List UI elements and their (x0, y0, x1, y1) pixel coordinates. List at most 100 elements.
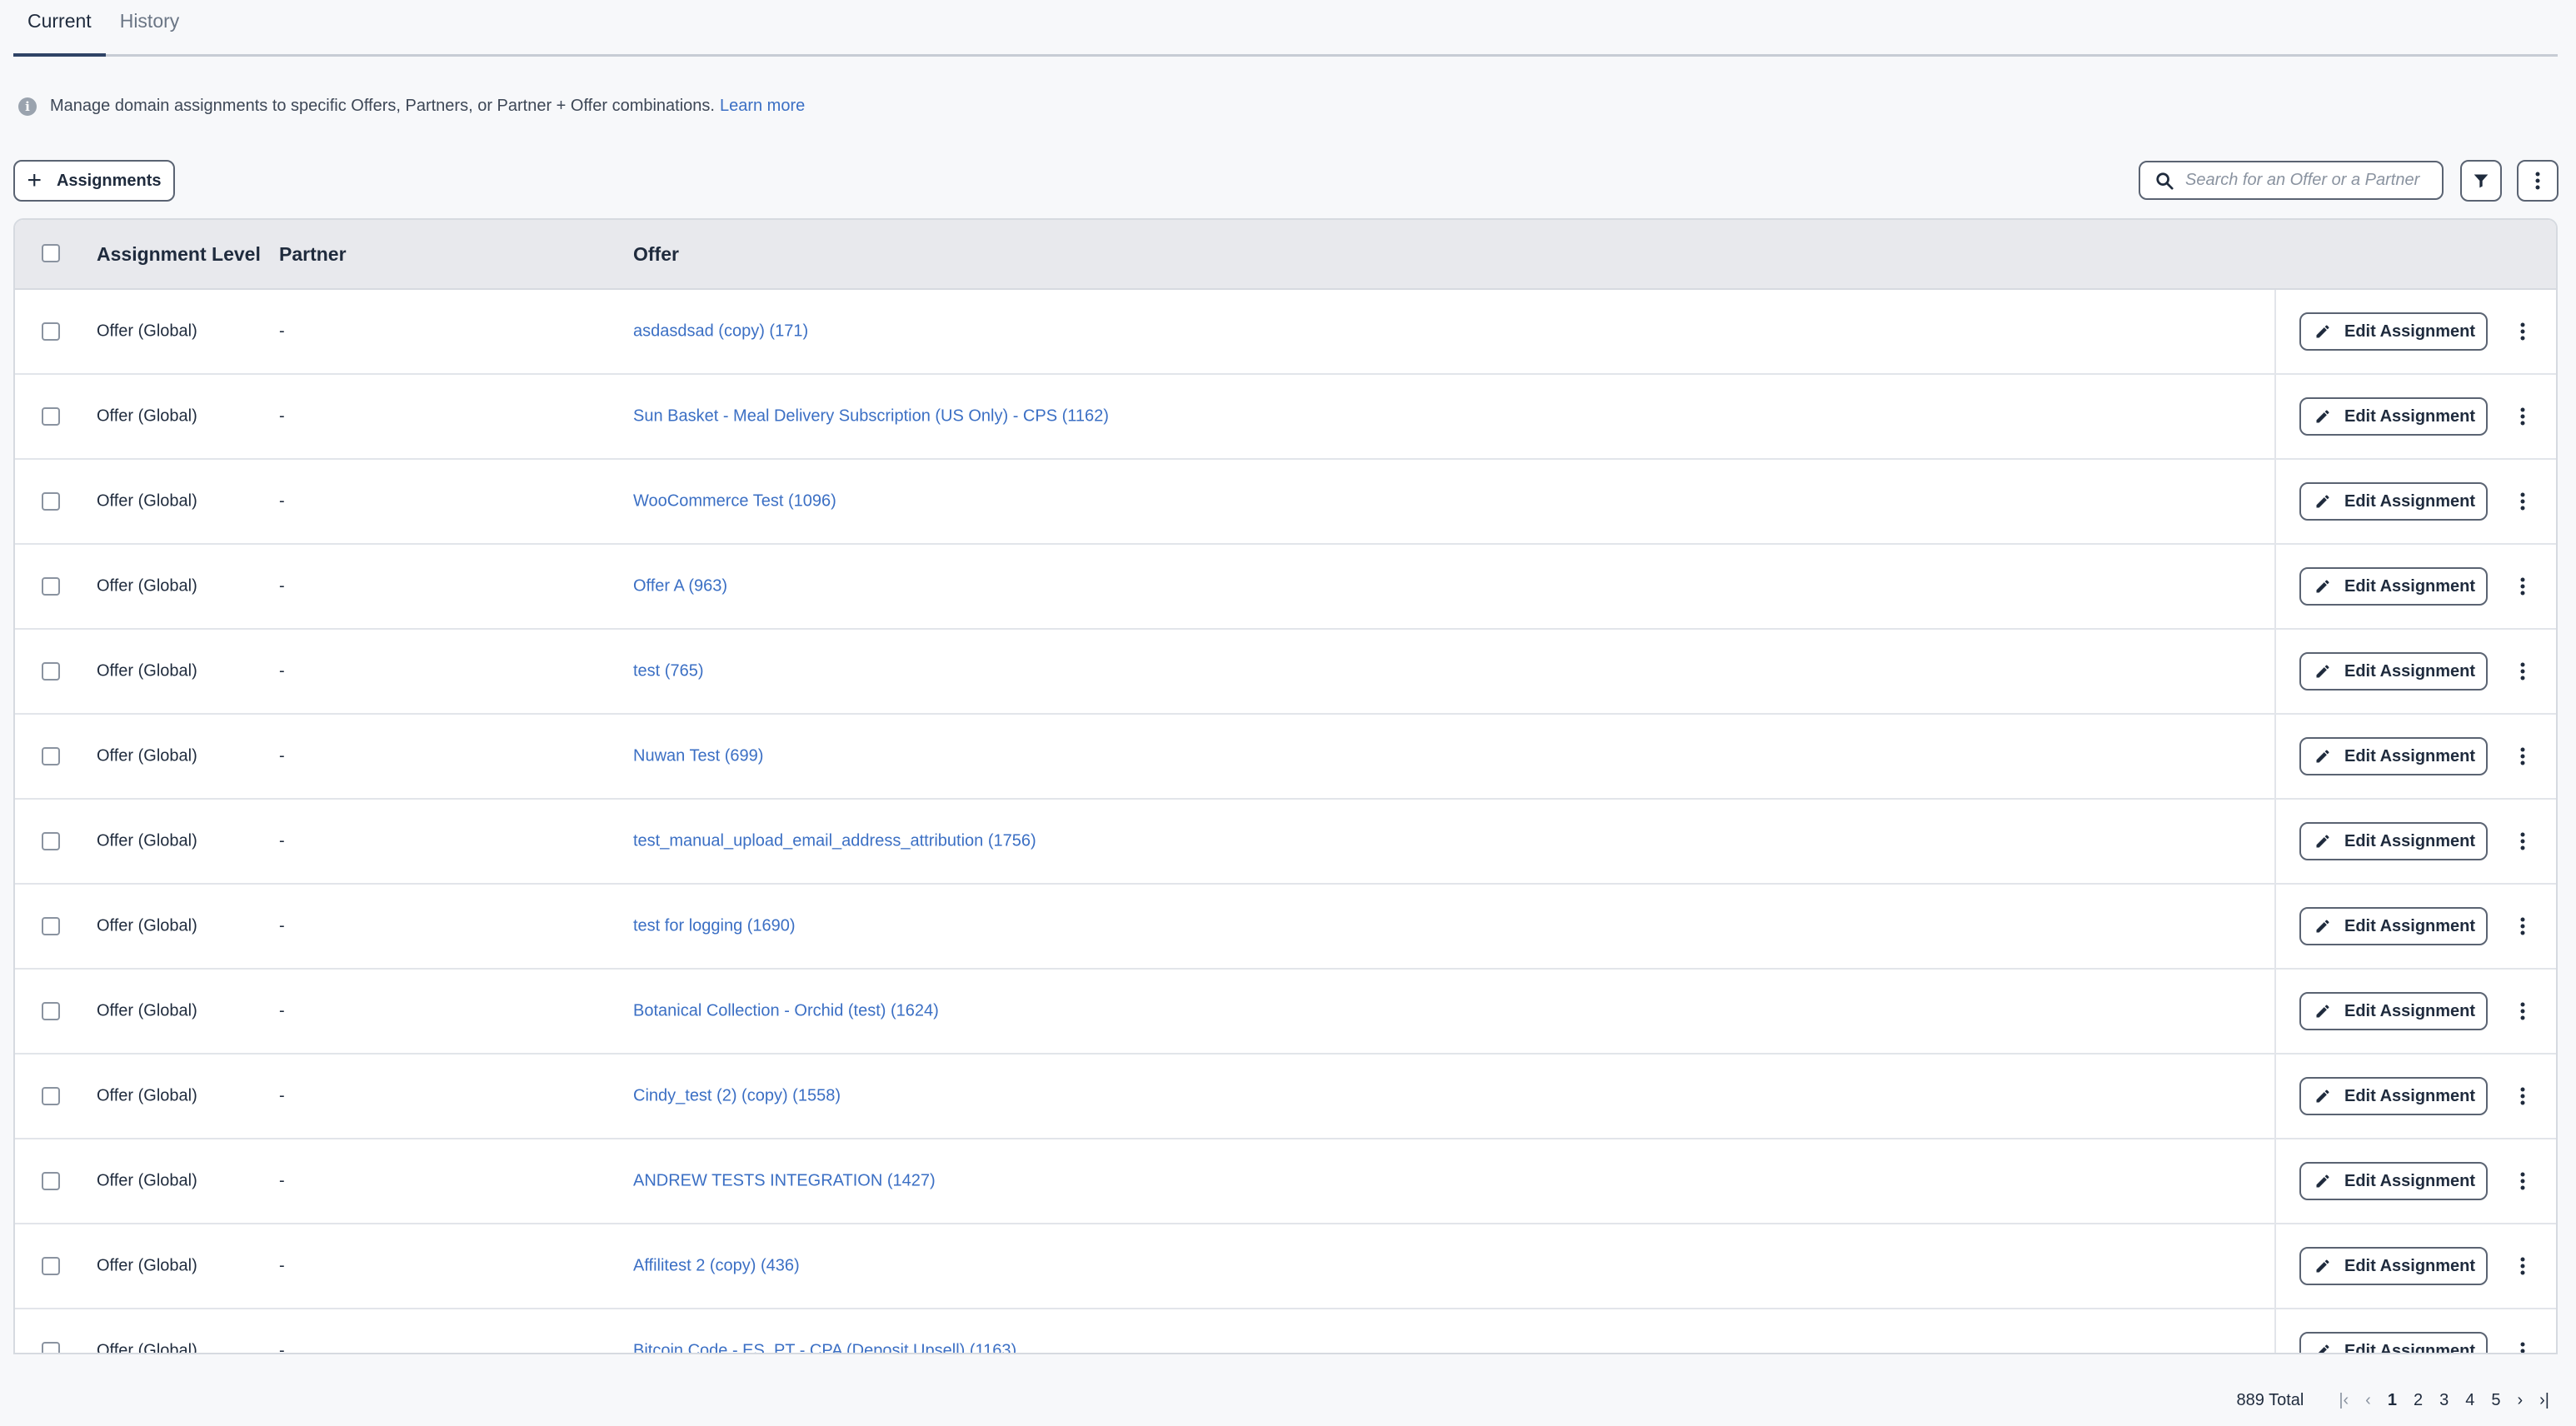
edit-assignment-button[interactable]: Edit Assignment (2299, 1162, 2488, 1200)
page-number-2[interactable]: 2 (2414, 1391, 2423, 1410)
row-more-options-button[interactable] (2513, 740, 2533, 773)
column-divider (2274, 715, 2276, 798)
edit-assignment-button[interactable]: Edit Assignment (2299, 567, 2488, 606)
offer-link[interactable]: Nuwan Test (699) (633, 747, 763, 766)
assignment-level-cell: Offer (Global) (97, 916, 197, 935)
more-options-button[interactable] (2517, 160, 2559, 202)
row-checkbox[interactable] (42, 1087, 60, 1105)
pencil-icon (2316, 1174, 2329, 1188)
offer-link[interactable]: Offer A (963) (633, 577, 727, 596)
row-checkbox[interactable] (42, 747, 60, 765)
row-more-options-button[interactable] (2513, 1164, 2533, 1198)
partner-cell: - (279, 831, 285, 850)
page-number-4[interactable]: 4 (2465, 1391, 2474, 1410)
page-number-5[interactable]: 5 (2491, 1391, 2500, 1410)
pencil-icon (2316, 325, 2329, 338)
row-checkbox[interactable] (42, 1342, 60, 1353)
column-header-partner[interactable]: Partner (279, 243, 347, 266)
table-row: Offer (Global) - test (765) Edit Assignm… (15, 630, 2556, 715)
previous-page-icon[interactable]: ‹ (2365, 1391, 2371, 1410)
edit-assignment-label: Edit Assignment (2344, 576, 2476, 596)
search-box[interactable] (2139, 161, 2444, 200)
edit-assignment-button[interactable]: Edit Assignment (2299, 312, 2488, 351)
column-header-assignment-level[interactable]: Assignment Level (97, 243, 261, 266)
row-more-options-button[interactable] (2513, 655, 2533, 688)
table-row: Offer (Global) - Cindy_test (2) (copy) (… (15, 1055, 2556, 1139)
partner-cell: - (279, 746, 285, 765)
offer-link[interactable]: Cindy_test (2) (copy) (1558) (633, 1087, 841, 1106)
row-more-options-button[interactable] (2513, 485, 2533, 518)
first-page-icon[interactable]: |‹ (2339, 1391, 2349, 1410)
edit-assignment-label: Edit Assignment (2344, 1341, 2476, 1354)
row-more-options-button[interactable] (2513, 1079, 2533, 1113)
row-more-options-button[interactable] (2513, 1249, 2533, 1283)
row-more-options-button[interactable] (2513, 995, 2533, 1028)
offer-link[interactable]: WooCommerce Test (1096) (633, 492, 836, 511)
edit-assignment-button[interactable]: Edit Assignment (2299, 737, 2488, 775)
last-page-icon[interactable]: ›| (2539, 1391, 2549, 1410)
page-number-1[interactable]: 1 (2388, 1391, 2397, 1410)
offer-link[interactable]: test for logging (1690) (633, 917, 796, 936)
table-header: Assignment Level Partner Offer (15, 220, 2556, 290)
offer-link[interactable]: Affilitest 2 (copy) (436) (633, 1257, 800, 1276)
column-header-offer[interactable]: Offer (633, 243, 679, 266)
assignment-level-cell: Offer (Global) (97, 406, 197, 426)
offer-link[interactable]: asdasdsad (copy) (171) (633, 322, 808, 342)
offer-link[interactable]: Bitcoin Code - ES, PT - CPA (Deposit Ups… (633, 1342, 1016, 1354)
search-icon (2156, 172, 2174, 190)
edit-assignment-button[interactable]: Edit Assignment (2299, 992, 2488, 1030)
learn-more-link[interactable]: Learn more (720, 97, 805, 116)
filter-button[interactable] (2460, 160, 2502, 202)
table-row: Offer (Global) - asdasdsad (copy) (171) … (15, 290, 2556, 375)
offer-link[interactable]: test_manual_upload_email_address_attribu… (633, 832, 1036, 851)
page-number-3[interactable]: 3 (2439, 1391, 2449, 1410)
row-checkbox[interactable] (42, 322, 60, 341)
column-divider (2274, 545, 2276, 628)
edit-assignment-label: Edit Assignment (2344, 661, 2476, 681)
edit-assignment-button[interactable]: Edit Assignment (2299, 652, 2488, 691)
assignment-level-cell: Offer (Global) (97, 1341, 197, 1354)
tab-current[interactable]: Current (13, 10, 106, 57)
tab-history[interactable]: History (106, 10, 194, 54)
row-checkbox[interactable] (42, 1002, 60, 1020)
edit-assignment-button[interactable]: Edit Assignment (2299, 482, 2488, 521)
row-more-options-button[interactable] (2513, 1334, 2533, 1353)
add-assignments-button[interactable]: + Assignments (13, 160, 175, 202)
row-more-options-button[interactable] (2513, 910, 2533, 943)
row-more-options-button[interactable] (2513, 825, 2533, 858)
row-more-options-button[interactable] (2513, 315, 2533, 348)
row-checkbox[interactable] (42, 832, 60, 850)
assignment-level-cell: Offer (Global) (97, 1001, 197, 1020)
offer-link[interactable]: test (765) (633, 662, 703, 681)
row-checkbox[interactable] (42, 662, 60, 681)
edit-assignment-button[interactable]: Edit Assignment (2299, 1247, 2488, 1285)
next-page-icon[interactable]: › (2517, 1391, 2523, 1410)
row-checkbox[interactable] (42, 1257, 60, 1275)
edit-assignment-label: Edit Assignment (2344, 491, 2476, 511)
offer-link[interactable]: Sun Basket - Meal Delivery Subscription … (633, 407, 1109, 426)
edit-assignment-button[interactable]: Edit Assignment (2299, 397, 2488, 436)
offer-link[interactable]: Botanical Collection - Orchid (test) (16… (633, 1002, 939, 1021)
row-checkbox[interactable] (42, 1172, 60, 1190)
select-all-checkbox[interactable] (42, 244, 60, 262)
edit-assignment-button[interactable]: Edit Assignment (2299, 822, 2488, 860)
assignment-level-cell: Offer (Global) (97, 831, 197, 850)
edit-assignment-button[interactable]: Edit Assignment (2299, 1077, 2488, 1115)
row-checkbox[interactable] (42, 407, 60, 426)
search-input[interactable] (2185, 171, 2435, 190)
row-more-options-button[interactable] (2513, 570, 2533, 603)
row-more-options-button[interactable] (2513, 400, 2533, 433)
page: Current History i Manage domain assignme… (0, 0, 2576, 1426)
row-checkbox[interactable] (42, 577, 60, 596)
edit-assignment-label: Edit Assignment (2344, 406, 2476, 426)
more-vertical-icon (2535, 172, 2540, 190)
assignment-level-cell: Offer (Global) (97, 746, 197, 765)
row-checkbox[interactable] (42, 917, 60, 935)
edit-assignment-label: Edit Assignment (2344, 1171, 2476, 1190)
edit-assignment-button[interactable]: Edit Assignment (2299, 907, 2488, 945)
edit-assignment-button[interactable]: Edit Assignment (2299, 1332, 2488, 1354)
offer-link[interactable]: ANDREW TESTS INTEGRATION (1427) (633, 1172, 936, 1191)
partner-cell: - (279, 406, 285, 426)
row-checkbox[interactable] (42, 492, 60, 511)
table-row: Offer (Global) - Sun Basket - Meal Deliv… (15, 375, 2556, 460)
